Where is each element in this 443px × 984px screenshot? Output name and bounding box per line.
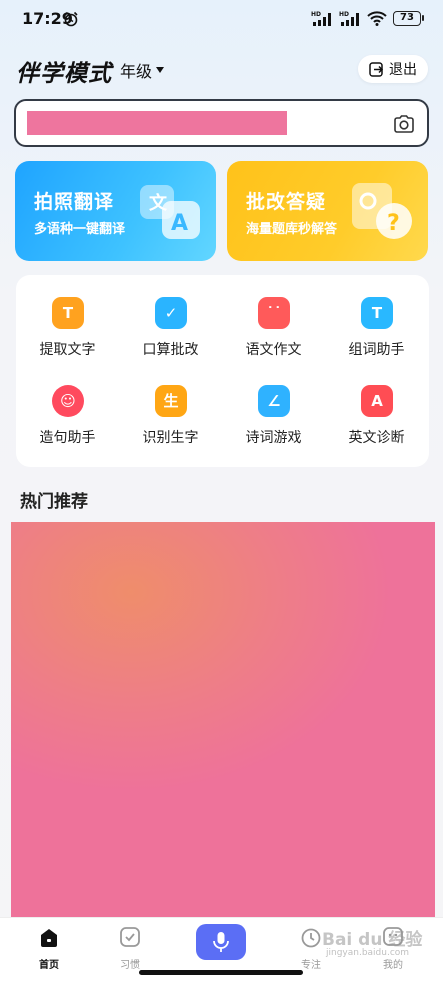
grade-label: 年级 <box>120 62 153 81</box>
signal-icon: HD <box>311 11 331 26</box>
translate-icon: 文 A <box>140 185 200 239</box>
grade-dropdown[interactable]: 年级 <box>120 58 165 82</box>
word-helper-icon: T <box>361 297 393 329</box>
voice-button[interactable] <box>196 924 246 960</box>
tool-sentence-helper[interactable]: ☺ 造句助手 <box>16 385 119 465</box>
tool-poetry-game[interactable]: ∠ 诗词游戏 <box>222 385 325 465</box>
battery-indicator: 73 <box>393 10 424 26</box>
search-input[interactable] <box>14 99 429 147</box>
nav-label: 专注 <box>301 960 321 971</box>
hot-section-title: 热门推荐 <box>20 492 88 512</box>
question-icon: ? <box>352 183 412 239</box>
english-diagnosis-icon: A <box>361 385 393 417</box>
tool-label: 语文作文 <box>245 342 302 358</box>
nav-habit[interactable]: 习惯 <box>100 926 160 971</box>
tool-label: 造句助手 <box>39 430 96 446</box>
clock-icon <box>301 928 321 948</box>
tools-panel: T 提取文字 ✓ 口算批改 ˙˙ 语文作文 T 组词助手 ☺ 造句助手 生 识别… <box>16 275 429 467</box>
tool-label: 提取文字 <box>39 342 96 358</box>
page-title: 伴学模式 <box>16 61 112 87</box>
camera-icon[interactable] <box>393 113 415 135</box>
status-bar: 17:29 HD HD 73 <box>0 0 443 40</box>
recognize-char-icon: 生 <box>155 385 187 417</box>
redacted-text <box>27 111 287 135</box>
tool-word-helper[interactable]: T 组词助手 <box>325 297 428 377</box>
alarm-icon <box>64 11 78 27</box>
extract-text-icon: T <box>52 297 84 329</box>
exit-button[interactable]: 退出 <box>358 55 428 83</box>
tool-label: 英文诊断 <box>348 430 405 446</box>
correct-answer-card[interactable]: 批改答疑 海量题库秒解答 ? <box>227 161 428 261</box>
tool-english-diagnosis[interactable]: A 英文诊断 <box>325 385 428 465</box>
svg-text:A: A <box>171 211 188 236</box>
recommendation-banner[interactable] <box>11 522 435 917</box>
essay-icon: ˙˙ <box>258 297 290 329</box>
nav-label: 我的 <box>383 960 403 971</box>
nav-label: 首页 <box>39 960 59 971</box>
nav-home[interactable]: 首页 <box>19 926 79 971</box>
tool-label: 识别生字 <box>142 430 199 446</box>
tool-label: 口算批改 <box>142 342 199 358</box>
tool-recognize-char[interactable]: 生 识别生字 <box>119 385 222 465</box>
poetry-game-icon: ∠ <box>258 385 290 417</box>
signal-icon-2: HD <box>339 11 359 26</box>
tool-label: 组词助手 <box>348 342 405 358</box>
tool-extract-text[interactable]: T 提取文字 <box>16 297 119 377</box>
arithmetic-check-icon: ✓ <box>155 297 187 329</box>
sentence-helper-icon: ☺ <box>52 385 84 417</box>
watermark-url: jingyan.baidu.com <box>326 948 410 958</box>
nav-label: 习惯 <box>120 960 140 971</box>
caret-down-icon <box>156 67 165 73</box>
network-label: HD <box>311 11 321 18</box>
exit-label: 退出 <box>389 62 417 78</box>
wifi-icon <box>367 11 387 26</box>
card-subtitle: 多语种一键翻译 <box>34 222 126 237</box>
tool-essay[interactable]: ˙˙ 语文作文 <box>222 297 325 377</box>
network-label-2: HD <box>339 11 349 18</box>
card-subtitle: 海量题库秒解答 <box>246 222 338 237</box>
home-icon <box>41 929 57 947</box>
tool-label: 诗词游戏 <box>245 430 302 446</box>
svg-text:?: ? <box>387 211 400 236</box>
watermark-logo: Bai du 经验 <box>322 930 423 950</box>
exit-icon <box>369 61 384 77</box>
home-indicator <box>139 970 303 975</box>
card-title: 拍照翻译 <box>34 191 115 213</box>
photo-translate-card[interactable]: 拍照翻译 多语种一键翻译 文 A <box>15 161 216 261</box>
card-title: 批改答疑 <box>246 191 327 213</box>
microphone-icon <box>213 932 229 952</box>
tool-arithmetic-check[interactable]: ✓ 口算批改 <box>119 297 222 377</box>
habit-icon <box>120 927 140 947</box>
